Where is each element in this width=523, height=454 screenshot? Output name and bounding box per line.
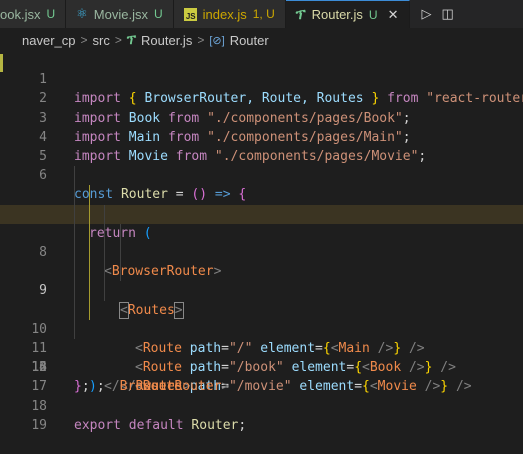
indent-guide [104, 223, 105, 243]
js-icon: JS [183, 7, 197, 21]
code-line: 16 }; [0, 339, 523, 394]
breadcrumb-file[interactable]: Router.js [141, 33, 192, 48]
breadcrumb-folder[interactable]: naver_cp [22, 33, 75, 48]
code-line: 17 [0, 358, 523, 394]
split-editor-icon[interactable]: ◫ [442, 6, 454, 22]
bracket-pair-guide [89, 185, 90, 205]
line-code: export default Router; [74, 417, 247, 433]
editor-tab-bar: ook.jsx U ⚛ Movie.jsx U JS index.js 1, U… [0, 0, 523, 28]
indent-guide [74, 243, 75, 263]
indent-guide [74, 319, 75, 339]
tab-label: Router.js [311, 7, 363, 22]
tab-status: U [153, 7, 163, 21]
indent-guide [120, 243, 121, 263]
code-line: 8 <BrowserRouter> [0, 185, 523, 279]
indent-guide [74, 300, 75, 320]
indent-guide [104, 243, 105, 263]
code-line: 19 [0, 397, 523, 433]
tab-status: U [46, 7, 56, 21]
code-line: 4 import Movie from "./components/pages/… [0, 109, 523, 164]
indent-guide [74, 223, 75, 243]
tab-label: Movie.jsx [93, 6, 148, 22]
bracket-pair-guide [89, 243, 90, 263]
indent-guide [120, 223, 121, 243]
breadcrumb-folder[interactable]: src [93, 33, 110, 48]
indent-guide [104, 262, 105, 282]
breadcrumb-separator: > [197, 33, 205, 47]
code-line: 5 [0, 128, 523, 164]
bracket-pair-guide [89, 262, 90, 282]
code-line: 3 import Main from "./components/pages/M… [0, 89, 523, 145]
indent-guide [104, 204, 105, 224]
tab-status: U [368, 7, 378, 22]
bracket-pair-guide [89, 281, 90, 301]
code-line: 6 const Router = () => { [0, 147, 523, 202]
symbol-icon: [⊘] [209, 34, 225, 47]
tab-index[interactable]: JS index.js 1, U [173, 0, 286, 28]
tab-status: 1, U [252, 7, 275, 21]
code-line: 2 import Book from "./components/pages/B… [0, 70, 523, 125]
breadcrumb: naver_cp > src > ፕ Router.js > [⊘] Route… [22, 29, 269, 51]
indent-guide [74, 166, 75, 186]
tab-book[interactable]: ook.jsx U [0, 0, 67, 28]
code-line: 12 <Route path="/movie" element={<Movie … [0, 262, 523, 394]
tab-router[interactable]: ፕ Router.js U ✕ [285, 0, 410, 28]
indent-guide [74, 281, 75, 301]
router-icon: ፕ [295, 6, 306, 22]
bracket-pair-guide [89, 300, 90, 320]
tab-label: ook.jsx [0, 6, 41, 22]
code-line-current: 9 <Routes> [0, 204, 523, 319]
bracket-pair-guide [89, 204, 90, 224]
indent-guide [74, 204, 75, 224]
code-line: 10 <Route path="/" element={<Main />} /> [0, 223, 523, 356]
router-icon: ፕ [126, 32, 137, 47]
tab-label: index.js [202, 6, 247, 22]
indent-guide [74, 262, 75, 282]
code-line: 18 export default Router; [0, 377, 523, 433]
breadcrumb-symbol[interactable]: Router [230, 33, 269, 48]
line-number: 19 [31, 417, 47, 433]
indent-guide [120, 262, 121, 282]
close-icon[interactable]: ✕ [388, 7, 399, 23]
breadcrumb-separator: > [80, 33, 88, 47]
code-line: 11 <Route path="/book" element={<Book />… [0, 243, 523, 375]
code-line: 1 import { BrowserRouter, Route, Routes … [0, 51, 523, 106]
tab-movie[interactable]: ⚛ Movie.jsx U [66, 0, 174, 28]
react-icon: ⚛ [76, 6, 88, 21]
code-line: 13 </Routes> [0, 281, 523, 394]
editor-actions: ▷ ◫ [410, 0, 454, 28]
code-line: 7 return ( [0, 166, 523, 241]
run-icon[interactable]: ▷ [422, 6, 432, 22]
indent-guide [104, 281, 105, 301]
code-line: 15 ); [0, 319, 523, 394]
indent-guide [74, 185, 75, 205]
code-line: 14 </BrowserRouter> [0, 300, 523, 394]
breadcrumb-separator: > [114, 33, 122, 47]
bracket-pair-guide [89, 223, 90, 243]
